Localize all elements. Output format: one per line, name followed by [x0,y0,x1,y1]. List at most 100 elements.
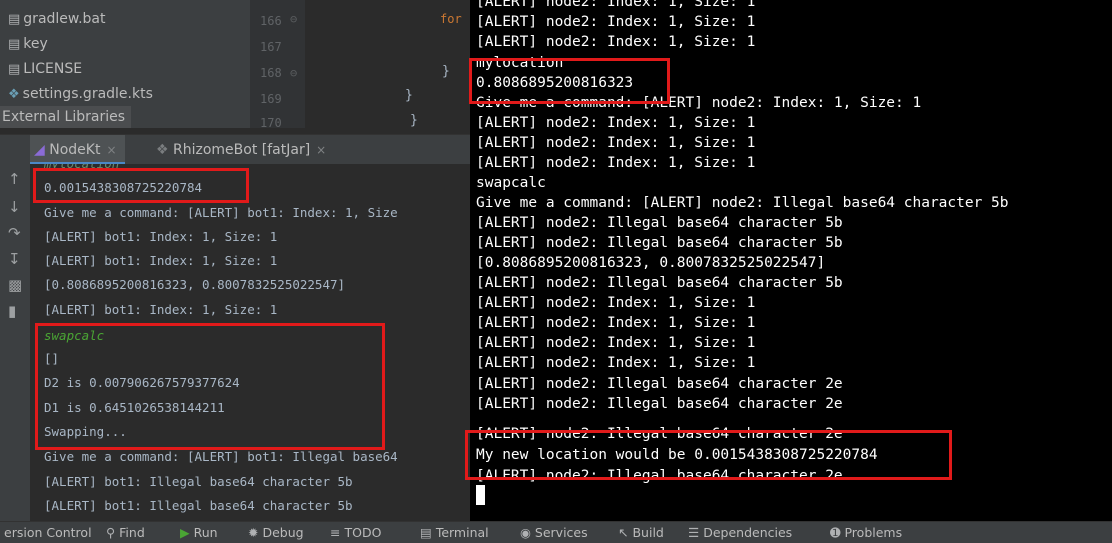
bottom-bar-label: Services [534,525,588,540]
terminal-line: 0.8086895200816323 [476,75,634,91]
code-editor[interactable]: 166 167 168 169 170 ⊖ ⊖ for } } } [250,0,470,130]
bottom-bar-label: Debug [262,525,304,540]
line-number: 168 [260,66,282,80]
dependencies-icon: ☰ [688,525,700,540]
terminal-line: [ALERT] node2: Index: 1, Size: 1 [476,34,756,50]
console-line: [0.8086895200816323, 0.8007832525022547] [44,277,346,292]
line-number: 170 [260,116,282,130]
fold-marker-icon[interactable]: ⊖ [290,12,297,26]
problems-button[interactable]: ➊ Problems [830,522,902,543]
terminal-line: [ALERT] node2: Illegal base64 character … [476,215,843,231]
console-line: D1 is 0.6451026538144211 [44,400,225,415]
tab-label: NodeKt [49,142,101,158]
bottom-bar-label: ersion Control [4,525,92,540]
terminal-line: Give me a command: [ALERT] node2: Index:… [476,95,922,111]
terminal-line: [ALERT] node2: Index: 1, Size: 1 [476,155,756,171]
tree-item-label: LICENSE [23,61,83,77]
bottom-bar-label: Build [632,525,664,540]
line-number: 166 [260,14,282,28]
print-icon[interactable]: ▩ [8,276,22,294]
console-output[interactable]: mylocation 0.0015438308725220784 Give me… [30,164,470,521]
tree-item-label: settings.gradle.kts [22,86,153,102]
dependencies-button[interactable]: ☰ Dependencies [688,522,792,543]
todo-button[interactable]: ≡ TODO [330,522,381,543]
tree-item-label: gradlew.bat [23,11,106,27]
arrow-down-icon[interactable]: ↓ [8,198,21,216]
terminal-line: My new location would be 0.0015438308725… [476,447,878,463]
console-line: [ALERT] bot1: Index: 1, Size: 1 [44,253,278,268]
terminal-window[interactable]: [ALERT] node2: Index: 1, Size: 1 [ALERT]… [470,0,1112,521]
tree-item-key[interactable]: ▤ key [8,33,48,55]
services-button[interactable]: ◉ Services [520,522,588,543]
debug-button[interactable]: ✹ Debug [248,522,304,543]
tab-label: RhizomeBot [fatJar] [173,142,311,158]
bottom-bar-label: TODO [344,525,382,540]
tree-item-label: key [23,36,48,52]
terminal-line: Give me a command: [ALERT] node2: Illega… [476,195,1009,211]
arrow-up-icon[interactable]: ↑ [8,170,21,188]
scroll-to-end-icon[interactable]: ↧ [8,250,21,268]
tree-item-gradlew-bat[interactable]: ▤ gradlew.bat [8,8,105,30]
tree-item-settings-gradle[interactable]: ❖ settings.gradle.kts [8,83,153,105]
list-icon: ≡ [330,525,341,540]
console-line: [ALERT] bot1: Index: 1, Size: 1 [44,229,278,244]
search-icon: ⚲ [106,525,116,540]
editor-gutter: 166 167 168 169 170 ⊖ ⊖ [250,0,305,130]
find-button[interactable]: ⚲ Find [106,522,145,543]
terminal-button[interactable]: ▤ Terminal [420,522,489,543]
tree-item-label: External Libraries [2,109,125,125]
code-brace: } [442,64,450,79]
terminal-line: [ALERT] node2: Illegal base64 character … [476,426,843,442]
info-icon: ➊ [830,525,841,540]
terminal-line: [ALERT] node2: Illegal base64 character … [476,376,843,392]
console-line: Give me a command: [ALERT] bot1: Illegal… [44,449,398,464]
console-line: 0.0015438308725220784 [44,180,203,195]
close-icon[interactable]: × [316,143,326,157]
bug-icon: ✹ [248,525,259,540]
soft-wrap-icon[interactable]: ↷ [8,224,21,242]
console-line: D2 is 0.007906267579377624 [44,375,240,390]
trash-icon[interactable]: ▮ [8,302,16,320]
code-keyword: for [440,12,462,26]
run-button[interactable]: ▶ Run [180,522,218,543]
kotlin-icon: ◢ [34,142,45,158]
bottom-bar-label: Terminal [435,525,489,540]
gradle-icon: ❖ [156,142,169,158]
code-brace: } [410,113,418,128]
terminal-line: [ALERT] node2: Illegal base64 character … [476,468,843,484]
code-brace: } [405,88,413,103]
file-icon: ▤ [8,62,21,77]
fold-marker-icon[interactable]: ⊖ [290,66,297,80]
bottom-bar-label: Problems [844,525,903,540]
tree-item-external-libraries[interactable]: External Libraries [0,106,131,128]
run-icon: ▶ [180,525,190,540]
terminal-line: [ALERT] node2: Index: 1, Size: 1 [476,14,756,30]
terminal-line: [ALERT] node2: Index: 1, Size: 1 [476,135,756,151]
tab-nodekt[interactable]: ◢ NodeKt × [30,135,125,165]
bottom-bar-label: Run [193,525,218,540]
gradle-icon: ❖ [8,87,20,102]
tab-rhizomebot[interactable]: ❖ RhizomeBot [fatJar] × [150,135,332,165]
version-control-button[interactable]: ersion Control [4,522,92,543]
tree-item-license[interactable]: ▤ LICENSE [8,58,82,80]
line-number: 167 [260,40,282,54]
terminal-line: [ALERT] node2: Index: 1, Size: 1 [476,315,756,331]
project-tree: ▤ gradlew.bat ▤ key ▤ LICENSE ❖ settings.gra… [0,0,250,128]
terminal-line: [ALERT] node2: Index: 1, Size: 1 [476,355,756,371]
terminal-line: [0.8086895200816323, 0.8007832525022547] [476,255,826,271]
terminal-line: [ALERT] node2: Illegal base64 character … [476,396,843,412]
build-button[interactable]: ↖ Build [618,522,664,543]
terminal-line: mylocation [476,55,564,71]
tool-window-bar: ersion Control ⚲ Find ▶ Run ✹ Debug ≡ TODO ▤… [0,521,1112,543]
ide-panel: ▤ gradlew.bat ▤ key ▤ LICENSE ❖ settings.gra… [0,0,470,521]
terminal-line: swapcalc [476,175,546,191]
terminal-line: [ALERT] node2: Illegal base64 character … [476,275,843,291]
close-icon[interactable]: × [106,143,116,157]
hammer-icon: ↖ [618,525,629,540]
services-icon: ◉ [520,525,531,540]
file-icon: ▤ [8,12,21,27]
console-line: [] [44,351,60,366]
terminal-line: [ALERT] node2: Illegal base64 character … [476,235,843,251]
console-line: [ALERT] bot1: Illegal base64 character 5… [44,498,353,513]
terminal-line: [ALERT] node2: Index: 1, Size: 1 [476,295,756,311]
